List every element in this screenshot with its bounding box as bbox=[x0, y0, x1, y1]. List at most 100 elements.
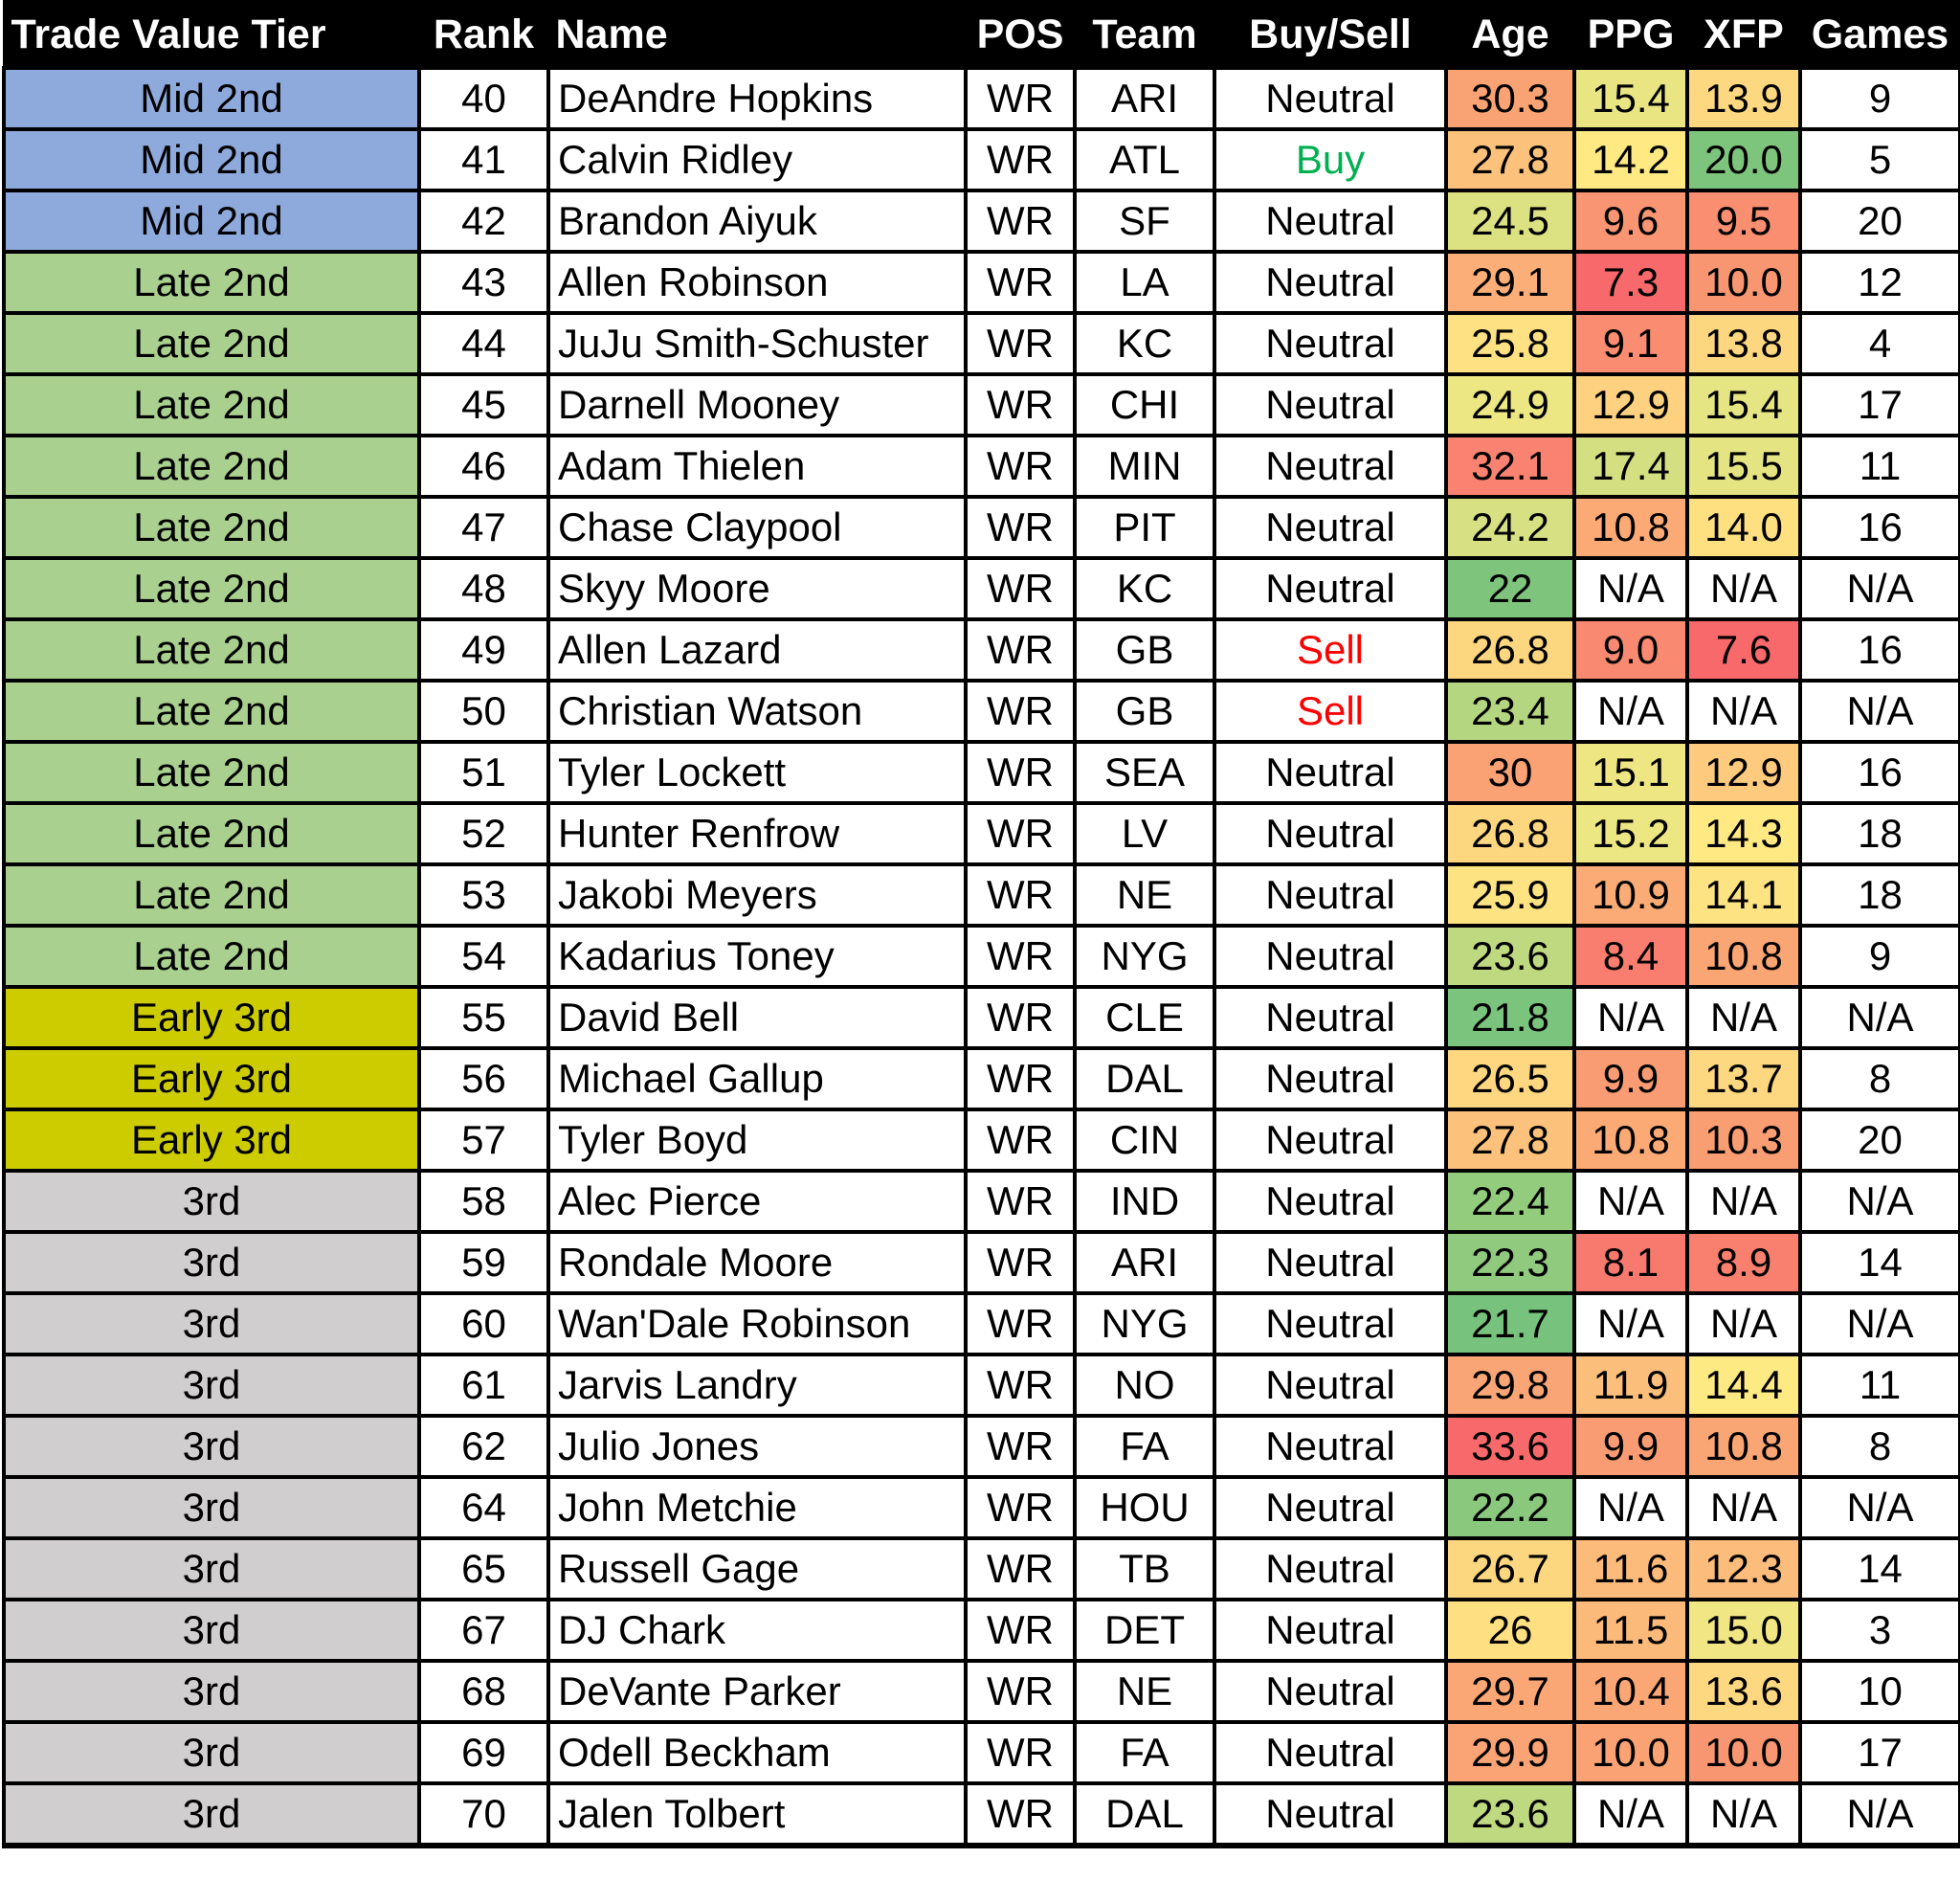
rank-cell[interactable]: 51 bbox=[417, 740, 550, 805]
tier-cell[interactable]: Late 2nd bbox=[2, 740, 421, 805]
games-cell[interactable]: N/A bbox=[1798, 1475, 1960, 1540]
xfp-cell[interactable]: N/A bbox=[1685, 556, 1802, 621]
tier-cell[interactable]: Late 2nd bbox=[2, 250, 421, 315]
xfp-cell[interactable]: N/A bbox=[1685, 1781, 1802, 1848]
xfp-cell[interactable]: 15.4 bbox=[1685, 372, 1802, 437]
team-cell[interactable]: GB bbox=[1073, 617, 1216, 683]
age-cell[interactable]: 23.6 bbox=[1444, 1781, 1576, 1848]
tier-cell[interactable]: Late 2nd bbox=[2, 311, 421, 376]
player-name-cell[interactable]: DeVante Parker bbox=[546, 1659, 968, 1724]
team-cell[interactable]: FA bbox=[1073, 1414, 1216, 1479]
age-cell[interactable]: 25.9 bbox=[1444, 862, 1576, 928]
tier-cell[interactable]: 3rd bbox=[2, 1598, 421, 1663]
age-cell[interactable]: 22.2 bbox=[1444, 1475, 1576, 1540]
header-rank[interactable]: Rank bbox=[417, 0, 550, 70]
xfp-cell[interactable]: N/A bbox=[1685, 1169, 1802, 1234]
tier-cell[interactable]: 3rd bbox=[2, 1353, 421, 1418]
table-row[interactable]: Mid 2nd 42 Brandon Aiyuk WR SF Neutral 24.5 9.6… bbox=[2, 189, 1960, 254]
ppg-cell[interactable]: 9.0 bbox=[1572, 617, 1689, 683]
player-name-cell[interactable]: Odell Beckham bbox=[546, 1720, 968, 1785]
rank-cell[interactable]: 46 bbox=[417, 434, 550, 499]
xfp-cell[interactable]: 14.3 bbox=[1685, 801, 1802, 866]
team-cell[interactable]: SF bbox=[1073, 189, 1216, 254]
table-row[interactable]: Late 2nd 51 Tyler Lockett WR SEA Neutral 30 15.… bbox=[2, 740, 1960, 805]
buy-sell-cell[interactable]: Neutral bbox=[1213, 189, 1448, 254]
ppg-cell[interactable]: N/A bbox=[1572, 1475, 1689, 1540]
position-cell[interactable]: WR bbox=[964, 311, 1077, 376]
ppg-cell[interactable]: 11.6 bbox=[1572, 1536, 1689, 1601]
tier-cell[interactable]: Early 3rd bbox=[2, 985, 421, 1050]
team-cell[interactable]: NE bbox=[1073, 1659, 1216, 1724]
buy-sell-cell[interactable]: Buy bbox=[1213, 127, 1448, 192]
rank-cell[interactable]: 57 bbox=[417, 1108, 550, 1173]
buy-sell-cell[interactable]: Neutral bbox=[1213, 985, 1448, 1050]
position-cell[interactable]: WR bbox=[964, 556, 1077, 621]
age-cell[interactable]: 21.7 bbox=[1444, 1291, 1576, 1356]
buy-sell-cell[interactable]: Neutral bbox=[1213, 1046, 1448, 1111]
ppg-cell[interactable]: N/A bbox=[1572, 1169, 1689, 1234]
age-cell[interactable]: 27.8 bbox=[1444, 127, 1576, 192]
games-cell[interactable]: N/A bbox=[1798, 1781, 1960, 1848]
xfp-cell[interactable]: N/A bbox=[1685, 679, 1802, 744]
rank-cell[interactable]: 59 bbox=[417, 1230, 550, 1295]
games-cell[interactable]: 3 bbox=[1798, 1598, 1960, 1663]
player-name-cell[interactable]: Darnell Mooney bbox=[546, 372, 968, 437]
header-tier[interactable]: Trade Value Tier bbox=[2, 0, 421, 70]
table-row[interactable]: 3rd 58 Alec Pierce WR IND Neutral 22.4 N/A N/A N/… bbox=[2, 1169, 1960, 1234]
position-cell[interactable]: WR bbox=[964, 1598, 1077, 1663]
ppg-cell[interactable]: 11.5 bbox=[1572, 1598, 1689, 1663]
header-ppg[interactable]: PPG bbox=[1572, 0, 1689, 70]
ppg-cell[interactable]: 10.8 bbox=[1572, 1108, 1689, 1173]
tier-cell[interactable]: Mid 2nd bbox=[2, 127, 421, 192]
ppg-cell[interactable]: N/A bbox=[1572, 1781, 1689, 1848]
position-cell[interactable]: WR bbox=[964, 250, 1077, 315]
games-cell[interactable]: N/A bbox=[1798, 1291, 1960, 1356]
team-cell[interactable]: IND bbox=[1073, 1169, 1216, 1234]
header-age[interactable]: Age bbox=[1444, 0, 1576, 70]
rank-cell[interactable]: 42 bbox=[417, 189, 550, 254]
ppg-cell[interactable]: 15.4 bbox=[1572, 66, 1689, 131]
age-cell[interactable]: 22.3 bbox=[1444, 1230, 1576, 1295]
header-name[interactable]: Name bbox=[546, 0, 968, 70]
table-row[interactable]: 3rd 65 Russell Gage WR TB Neutral 26.7 11.6 12.3… bbox=[2, 1536, 1960, 1601]
position-cell[interactable]: WR bbox=[964, 1108, 1077, 1173]
buy-sell-cell[interactable]: Neutral bbox=[1213, 1414, 1448, 1479]
table-row[interactable]: 3rd 67 DJ Chark WR DET Neutral 26 11.5 15.0 3 bbox=[2, 1598, 1960, 1663]
xfp-cell[interactable]: 10.8 bbox=[1685, 1414, 1802, 1479]
table-row[interactable]: Late 2nd 45 Darnell Mooney WR CHI Neutral 24.9… bbox=[2, 372, 1960, 437]
player-name-cell[interactable]: Allen Lazard bbox=[546, 617, 968, 683]
team-cell[interactable]: ATL bbox=[1073, 127, 1216, 192]
player-name-cell[interactable]: Christian Watson bbox=[546, 679, 968, 744]
games-cell[interactable]: 16 bbox=[1798, 495, 1960, 560]
team-cell[interactable]: NO bbox=[1073, 1353, 1216, 1418]
games-cell[interactable]: N/A bbox=[1798, 679, 1960, 744]
rank-cell[interactable]: 67 bbox=[417, 1598, 550, 1663]
buy-sell-cell[interactable]: Neutral bbox=[1213, 1353, 1448, 1418]
tier-cell[interactable]: 3rd bbox=[2, 1169, 421, 1234]
player-name-cell[interactable]: Rondale Moore bbox=[546, 1230, 968, 1295]
team-cell[interactable]: DAL bbox=[1073, 1046, 1216, 1111]
age-cell[interactable]: 23.4 bbox=[1444, 679, 1576, 744]
age-cell[interactable]: 24.5 bbox=[1444, 189, 1576, 254]
age-cell[interactable]: 29.7 bbox=[1444, 1659, 1576, 1724]
rank-cell[interactable]: 68 bbox=[417, 1659, 550, 1724]
buy-sell-cell[interactable]: Neutral bbox=[1213, 311, 1448, 376]
team-cell[interactable]: LV bbox=[1073, 801, 1216, 866]
rank-cell[interactable]: 65 bbox=[417, 1536, 550, 1601]
ppg-cell[interactable]: 7.3 bbox=[1572, 250, 1689, 315]
team-cell[interactable]: HOU bbox=[1073, 1475, 1216, 1540]
tier-cell[interactable]: 3rd bbox=[2, 1536, 421, 1601]
position-cell[interactable]: WR bbox=[964, 617, 1077, 683]
games-cell[interactable]: 8 bbox=[1798, 1046, 1960, 1111]
rank-cell[interactable]: 52 bbox=[417, 801, 550, 866]
position-cell[interactable]: WR bbox=[964, 495, 1077, 560]
buy-sell-cell[interactable]: Neutral bbox=[1213, 434, 1448, 499]
xfp-cell[interactable]: 20.0 bbox=[1685, 127, 1802, 192]
games-cell[interactable]: 20 bbox=[1798, 189, 1960, 254]
table-row[interactable]: Late 2nd 44 JuJu Smith-Schuster WR KC Neutral… bbox=[2, 311, 1960, 376]
tier-cell[interactable]: 3rd bbox=[2, 1291, 421, 1356]
xfp-cell[interactable]: 13.9 bbox=[1685, 66, 1802, 131]
buy-sell-cell[interactable]: Neutral bbox=[1213, 924, 1448, 989]
header-games[interactable]: Games bbox=[1798, 0, 1960, 70]
header-team[interactable]: Team bbox=[1073, 0, 1216, 70]
